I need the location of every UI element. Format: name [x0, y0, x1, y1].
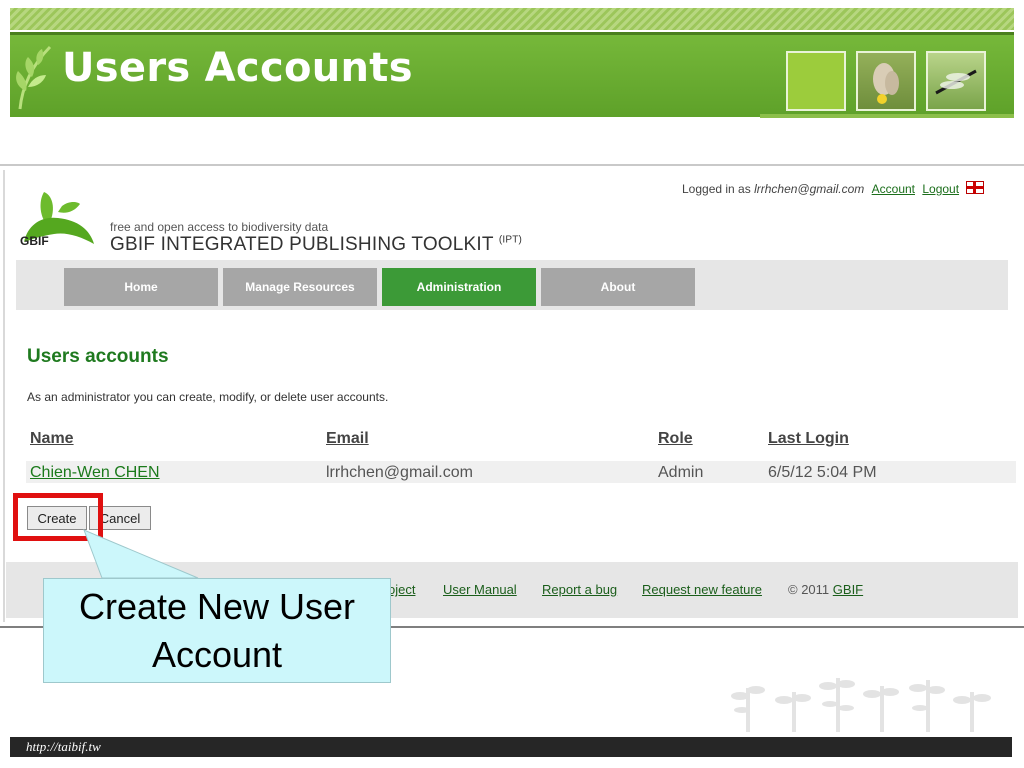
- gbif-footer-link[interactable]: GBIF: [833, 582, 863, 597]
- tab-administration[interactable]: Administration: [382, 268, 536, 306]
- copyright-prefix: © 2011: [788, 582, 830, 597]
- user-email-cell: lrrhchen@gmail.com: [326, 464, 473, 481]
- frame-edge: [3, 170, 5, 622]
- slide-header: Users Accounts: [10, 8, 1014, 118]
- footer-link-report-bug[interactable]: Report a bug: [542, 582, 617, 597]
- butterfly-photo-image: [856, 51, 916, 111]
- create-button-highlight: [13, 493, 103, 541]
- callout-box: Create New User Account: [43, 578, 391, 683]
- ipt-screenshot: Logged in as lrrhchen@gmail.com Account …: [0, 164, 1024, 628]
- user-last-login-cell: 6/5/12 5:04 PM: [768, 464, 877, 481]
- ipt-product-title: GBIF INTEGRATED PUBLISHING TOOLKIT (IPT): [110, 234, 522, 256]
- dragonfly-photo-image: [926, 51, 986, 111]
- slide-title: Users Accounts: [62, 45, 413, 91]
- copyright-text: © 2011 GBIF: [788, 582, 863, 597]
- footer-link-project[interactable]: oject: [388, 582, 415, 597]
- bottom-bar: http://taibif.tw: [10, 737, 1012, 757]
- footer-link-user-manual[interactable]: User Manual: [443, 582, 517, 597]
- title-underline: [760, 114, 1014, 118]
- tab-manage-resources[interactable]: Manage Resources: [223, 268, 377, 306]
- tab-home[interactable]: Home: [64, 268, 218, 306]
- page-heading: Users accounts: [27, 346, 169, 367]
- gbif-logo-text: GBIF: [20, 234, 49, 248]
- logged-in-status: Logged in as lrrhchen@gmail.com Account …: [682, 180, 985, 196]
- column-header-name[interactable]: Name: [30, 430, 74, 448]
- logout-link[interactable]: Logout: [922, 182, 959, 196]
- logged-in-email: lrrhchen@gmail.com: [754, 182, 865, 196]
- ipt-product-abbr: (IPT): [498, 234, 523, 246]
- footer-link-request-feature[interactable]: Request new feature: [642, 582, 762, 597]
- title-bar: Users Accounts: [10, 32, 1014, 117]
- green-thumbnail-image: [786, 51, 846, 111]
- footer-url: http://taibif.tw: [26, 739, 101, 754]
- tab-about[interactable]: About: [541, 268, 695, 306]
- english-flag-icon[interactable]: [966, 181, 985, 194]
- column-header-last-login[interactable]: Last Login: [768, 430, 849, 448]
- column-header-email[interactable]: Email: [326, 430, 369, 448]
- intro-text: As an administrator you can create, modi…: [27, 390, 389, 404]
- logged-in-prefix: Logged in as: [682, 182, 751, 196]
- plant-silhouette-icon: [731, 678, 991, 732]
- ipt-product-name: GBIF INTEGRATED PUBLISHING TOOLKIT: [110, 234, 494, 255]
- column-header-role[interactable]: Role: [658, 430, 693, 448]
- gbif-tagline: free and open access to biodiversity dat…: [110, 220, 329, 234]
- leaf-icon: [16, 45, 52, 110]
- user-role-cell: Admin: [658, 464, 704, 481]
- user-name-link[interactable]: Chien-Wen CHEN: [30, 464, 160, 482]
- decorative-stripe: [10, 8, 1014, 30]
- account-link[interactable]: Account: [872, 182, 915, 196]
